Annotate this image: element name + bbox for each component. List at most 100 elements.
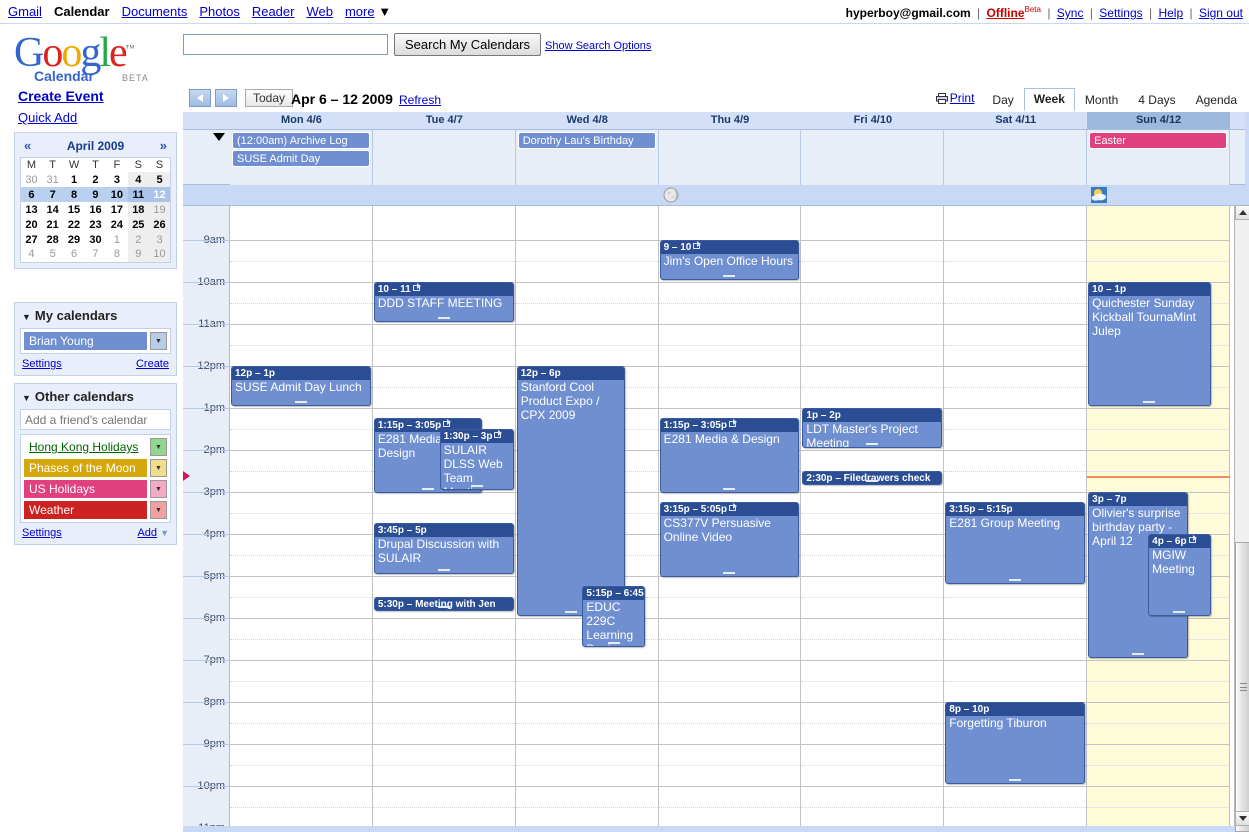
weather-sun-cloud-icon[interactable] [1091, 187, 1107, 203]
day-column-mon-4-6[interactable] [230, 206, 373, 826]
calendar-name-hong-kong-holidays[interactable]: Hong Kong Holidays [24, 438, 147, 456]
mini-cal-day[interactable]: 29 [63, 232, 84, 247]
day-header-tue-4-7[interactable]: Tue 4/7 [373, 112, 516, 129]
view-tab-agenda[interactable]: Agenda [1186, 89, 1247, 111]
mini-cal-day[interactable]: 9 [85, 187, 106, 202]
calendar-event[interactable]: 1:30p – 3pSULAIR DLSS Web Team Meeting [440, 429, 514, 490]
sync-link[interactable]: Sync [1057, 6, 1084, 20]
calendar-event[interactable]: 12p – 1pSUSE Admit Day Lunch [231, 366, 371, 406]
mini-cal-day[interactable]: 2 [85, 172, 106, 187]
mini-cal-day[interactable]: 3 [106, 172, 127, 187]
mini-cal-day[interactable]: 28 [42, 232, 63, 247]
mini-cal-day[interactable]: 4 [128, 172, 149, 187]
today-button[interactable]: Today [245, 89, 293, 107]
settings-link[interactable]: Settings [1099, 6, 1142, 20]
mini-cal-day[interactable]: 10 [106, 187, 127, 202]
mini-cal-day[interactable]: 14 [42, 202, 63, 217]
topnav-link-photos[interactable]: Photos [199, 4, 239, 19]
view-tab-week[interactable]: Week [1024, 88, 1075, 111]
mini-cal-day[interactable]: 24 [106, 217, 127, 232]
next-week-button[interactable] [215, 89, 237, 107]
refresh-link[interactable]: Refresh [399, 93, 441, 107]
calendar-event[interactable]: 12p – 6pStanford Cool Product Expo / CPX… [517, 366, 625, 616]
calendar-options-caret-icon[interactable]: ▼ [150, 459, 167, 477]
mini-cal-day[interactable]: 17 [106, 202, 127, 217]
create-event-link[interactable]: Create Event [18, 88, 104, 104]
offline-link[interactable]: Offline [987, 6, 1025, 20]
all-day-cell[interactable] [944, 130, 1087, 185]
event-resize-handle[interactable] [661, 488, 799, 491]
topnav-link-web[interactable]: Web [306, 4, 333, 19]
calendar-event[interactable]: 10 – 1pQuichester Sunday Kickball Tourna… [1088, 282, 1211, 406]
event-resize-handle[interactable] [803, 480, 941, 483]
mini-cal-day[interactable]: 23 [85, 217, 106, 232]
scroll-up-button[interactable] [1235, 205, 1249, 220]
all-day-event[interactable]: Easter [1089, 132, 1227, 149]
calendar-event[interactable]: 3:15p – 5:15pE281 Group Meeting [945, 502, 1085, 584]
event-resize-handle[interactable] [946, 579, 1084, 582]
topnav-link-gmail[interactable]: Gmail [8, 4, 42, 19]
day-header-sun-4-12[interactable]: Sun 4/12 [1087, 112, 1230, 129]
mini-cal-day[interactable]: 16 [85, 202, 106, 217]
mini-cal-day[interactable]: 6 [21, 187, 42, 202]
calendar-options-caret-icon[interactable]: ▼ [150, 501, 167, 519]
mini-cal-next-icon[interactable]: » [160, 138, 167, 153]
add-friend-calendar-input[interactable] [20, 409, 171, 430]
event-resize-handle[interactable] [1089, 653, 1187, 656]
collapse-triangle-icon[interactable]: ▼ [22, 312, 31, 322]
mini-cal-day[interactable]: 11 [128, 187, 149, 202]
scroll-down-button[interactable] [1235, 811, 1249, 826]
more-caret-icon[interactable]: ▼ [375, 4, 391, 19]
mini-cal-day[interactable]: 12 [149, 187, 170, 202]
event-resize-handle[interactable] [661, 275, 799, 278]
search-input[interactable] [183, 34, 388, 55]
scrollbar-thumb[interactable] [1235, 542, 1249, 832]
calendar-event[interactable]: 1:15p – 3:05pE281 Media & Design [660, 418, 800, 493]
mini-cal-day[interactable]: 9 [128, 247, 149, 262]
day-header-fri-4-10[interactable]: Fri 4/10 [801, 112, 944, 129]
mini-cal-day[interactable]: 8 [63, 187, 84, 202]
my-calendars-title[interactable]: ▼My calendars [20, 307, 171, 328]
mini-cal-day[interactable]: 31 [42, 172, 63, 187]
mini-cal-day[interactable]: 5 [42, 247, 63, 262]
search-button[interactable]: Search My Calendars [394, 33, 541, 56]
quick-add-link[interactable]: Quick Add [18, 110, 77, 125]
event-resize-handle[interactable] [583, 642, 644, 645]
day-header-sat-4-11[interactable]: Sat 4/11 [944, 112, 1087, 129]
add-caret-icon[interactable]: ▼ [160, 528, 169, 538]
mini-cal-day[interactable]: 6 [63, 247, 84, 262]
event-resize-handle[interactable] [375, 317, 513, 320]
mini-cal-day[interactable]: 1 [106, 232, 127, 247]
topnav-link-reader[interactable]: Reader [252, 4, 295, 19]
calendar-name-brian-young[interactable]: Brian Young [24, 332, 147, 350]
event-resize-handle[interactable] [661, 572, 799, 575]
event-resize-handle[interactable] [946, 779, 1084, 782]
all-day-event[interactable]: SUSE Admit Day [232, 150, 370, 167]
my-calendars-create-link[interactable]: Create [136, 358, 169, 370]
all-day-cell[interactable] [373, 130, 516, 185]
calendar-options-caret-icon[interactable]: ▼ [150, 480, 167, 498]
mini-cal-day[interactable]: 10 [149, 247, 170, 262]
mini-cal-day[interactable]: 22 [63, 217, 84, 232]
help-link[interactable]: Help [1158, 6, 1183, 20]
event-resize-handle[interactable] [1089, 401, 1210, 404]
google-calendar-logo[interactable]: Google™ Calendar BETA [14, 28, 174, 86]
day-column-fri-4-10[interactable] [801, 206, 944, 826]
calendar-name-us-holidays[interactable]: US Holidays [24, 480, 147, 498]
event-resize-handle[interactable] [375, 569, 513, 572]
topnav-link-calendar[interactable]: Calendar [54, 4, 110, 19]
day-header-thu-4-9[interactable]: Thu 4/9 [659, 112, 802, 129]
calendar-event[interactable]: 1p – 2pLDT Master's Project Meeting [802, 408, 942, 448]
other-calendars-settings-link[interactable]: Settings [22, 527, 62, 539]
calendar-event[interactable]: 5:30p – Meeting with Jen [374, 597, 514, 612]
all-day-event[interactable]: (12:00am) Archive Log [232, 132, 370, 149]
signout-link[interactable]: Sign out [1199, 6, 1243, 20]
print-button[interactable]: Print [936, 91, 975, 111]
vertical-scrollbar[interactable] [1234, 205, 1249, 826]
calendar-event[interactable]: 9 – 10Jim's Open Office Hours [660, 240, 800, 280]
event-resize-handle[interactable] [803, 443, 941, 446]
calendar-event[interactable]: 2:30p – Filedrawers check [802, 471, 942, 486]
event-resize-handle[interactable] [441, 485, 513, 488]
mini-cal-day[interactable]: 19 [149, 202, 170, 217]
day-header-mon-4-6[interactable]: Mon 4/6 [230, 112, 373, 129]
